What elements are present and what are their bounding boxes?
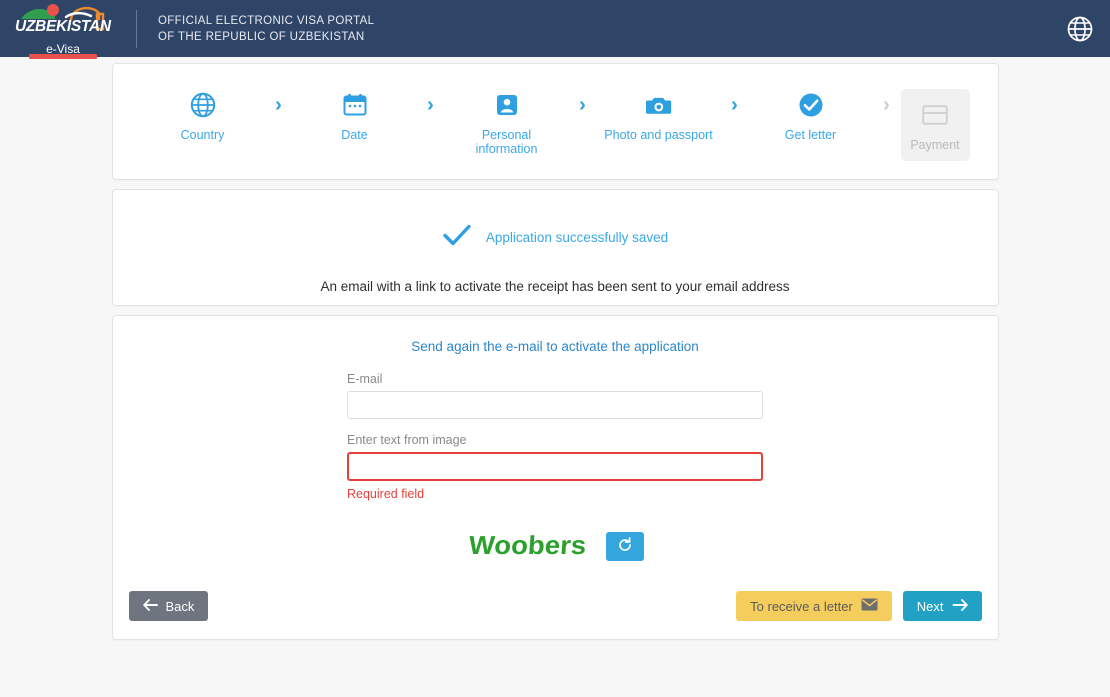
camera-icon bbox=[645, 89, 672, 122]
check-circle-icon bbox=[798, 89, 824, 122]
resend-email-link[interactable]: Send again the e-mail to activate the ap… bbox=[113, 316, 998, 354]
calendar-icon bbox=[342, 89, 368, 122]
step-separator-2: › bbox=[427, 93, 434, 116]
logo-accent-bar bbox=[29, 54, 97, 59]
back-button[interactable]: Back bbox=[128, 591, 209, 621]
step-payment: Payment bbox=[900, 88, 970, 161]
page-body: Country › Date › Personal information › … bbox=[0, 63, 1110, 640]
site-header: UZBEKISTAN e-Visa OFFICIAL ELECTRONIC VI… bbox=[0, 0, 1110, 59]
person-card-icon bbox=[494, 89, 520, 122]
step-label-personal-line2: information bbox=[475, 141, 538, 156]
step-personal-information[interactable]: Personal information bbox=[445, 89, 569, 156]
envelope-icon bbox=[861, 598, 878, 614]
captcha-text: Woobers bbox=[467, 531, 586, 560]
step-label-payment: Payment bbox=[910, 137, 960, 152]
step-label-photo-and-passport: Photo and passport bbox=[604, 127, 713, 142]
form-fields: E-mail Enter text from image Required fi… bbox=[347, 354, 763, 563]
step-label-personal-line1: Personal bbox=[481, 127, 532, 142]
captcha-image: Woobers bbox=[467, 531, 586, 560]
refresh-icon bbox=[617, 536, 633, 556]
receive-letter-label: To receive a letter bbox=[750, 598, 853, 614]
step-label-date: Date bbox=[341, 127, 368, 142]
arrow-left-icon bbox=[142, 598, 158, 614]
header-title-line1: OFFICIAL ELECTRONIC VISA PORTAL bbox=[158, 14, 375, 27]
header-divider bbox=[136, 9, 137, 48]
stepper-card: Country › Date › Personal information › … bbox=[111, 63, 999, 180]
email-label: E-mail bbox=[347, 372, 383, 386]
header-title: OFFICIAL ELECTRONIC VISA PORTAL OF THE R… bbox=[158, 13, 374, 45]
language-globe-icon[interactable] bbox=[1066, 15, 1094, 43]
svg-text:UZBEKISTAN: UZBEKISTAN bbox=[15, 18, 112, 35]
globe-icon bbox=[190, 89, 216, 122]
credit-card-icon bbox=[922, 99, 948, 132]
back-button-label: Back bbox=[165, 598, 195, 614]
step-country[interactable]: Country bbox=[141, 89, 265, 142]
success-card: Application successfully saved An email … bbox=[111, 189, 999, 306]
receive-letter-button[interactable]: To receive a letter bbox=[736, 591, 892, 621]
arrow-right-icon bbox=[952, 598, 968, 614]
step-date[interactable]: Date bbox=[293, 89, 417, 142]
header-title-line2: OF THE REPUBLIC OF UZBEKISTAN bbox=[158, 30, 365, 43]
captcha-row: Woobers bbox=[347, 529, 763, 563]
step-separator-1: › bbox=[275, 93, 282, 116]
logo[interactable]: UZBEKISTAN e-Visa bbox=[8, 0, 118, 59]
email-input[interactable] bbox=[347, 391, 763, 419]
uzbekistan-logo-icon: UZBEKISTAN bbox=[15, 4, 112, 35]
success-message: An email with a link to activate the rec… bbox=[320, 279, 790, 294]
captcha-input[interactable] bbox=[347, 452, 763, 481]
checkmark-icon bbox=[442, 223, 472, 252]
captcha-label: Enter text from image bbox=[347, 433, 467, 447]
step-separator-4: › bbox=[731, 93, 738, 116]
step-label-get-letter: Get letter bbox=[784, 127, 837, 142]
captcha-refresh-button[interactable] bbox=[605, 531, 644, 561]
success-row: Application successfully saved bbox=[113, 190, 998, 252]
resend-form-card: Send again the e-mail to activate the ap… bbox=[111, 315, 999, 640]
step-separator-3: › bbox=[579, 93, 586, 116]
step-photo-and-passport[interactable]: Photo and passport bbox=[597, 89, 721, 142]
primary-actions: To receive a letter Next bbox=[736, 591, 982, 621]
next-button[interactable]: Next bbox=[902, 591, 982, 621]
captcha-error-message: Required field bbox=[347, 487, 425, 501]
step-separator-5: › bbox=[883, 93, 890, 116]
next-button-label: Next bbox=[916, 598, 944, 614]
step-get-letter[interactable]: Get letter bbox=[749, 89, 873, 142]
success-title: Application successfully saved bbox=[485, 230, 669, 245]
step-label-country: Country bbox=[180, 127, 225, 142]
step-label-personal-information: Personal information bbox=[476, 128, 538, 156]
form-button-row: Back To receive a letter Next bbox=[113, 563, 998, 621]
stepper: Country › Date › Personal information › … bbox=[113, 83, 998, 161]
